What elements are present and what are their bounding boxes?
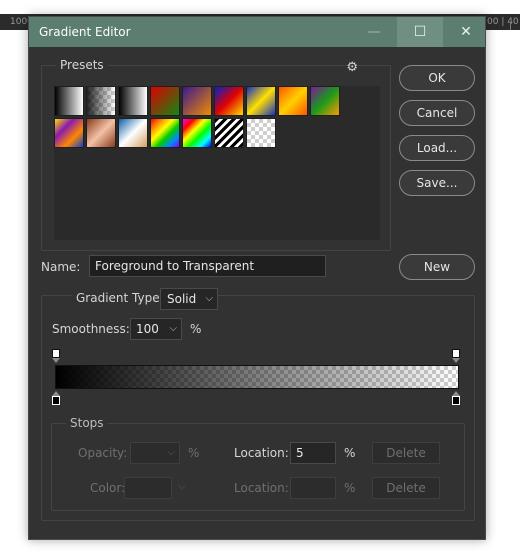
preset-swatch-violet-green-orange[interactable] <box>310 86 340 116</box>
maximize-icon[interactable]: ☐ <box>397 17 443 47</box>
opacity-field: ⌵ <box>130 442 180 464</box>
preset-swatch-chrome[interactable] <box>118 118 148 148</box>
ok-button[interactable]: OK <box>399 65 475 91</box>
color-label: Color: <box>90 481 126 495</box>
presets-label: Presets <box>56 58 108 72</box>
color-stop-left[interactable] <box>52 396 60 405</box>
close-icon[interactable]: ✕ <box>443 17 489 47</box>
cancel-button[interactable]: Cancel <box>399 100 475 126</box>
opacity-location-field[interactable]: 5 <box>290 442 336 464</box>
load-button[interactable]: Load... <box>399 135 475 161</box>
preset-swatch-blue-red-yellow[interactable] <box>214 86 244 116</box>
gradient-type-value: Solid <box>167 292 197 306</box>
opacity-stop-right-pointer <box>452 358 460 363</box>
chevron-down-icon: ⌵ <box>205 293 213 304</box>
gear-icon[interactable]: ⚙ <box>346 60 358 75</box>
gradient-type-select[interactable]: Solid ⌵ <box>160 288 218 310</box>
delete-color-stop-button[interactable]: Delete <box>372 477 440 499</box>
preset-swatch-black-white[interactable] <box>118 86 148 116</box>
smoothness-label: Smoothness: <box>52 322 130 336</box>
opacity-stop-right[interactable] <box>452 349 460 358</box>
preset-swatch-yellow-violet-orange-blue[interactable] <box>54 118 84 148</box>
save-button[interactable]: Save... <box>399 170 475 196</box>
chevron-down-icon: ⌵ <box>167 447 175 458</box>
stops-label: Stops <box>66 416 108 430</box>
preset-swatch-copper[interactable] <box>86 118 116 148</box>
titlebar[interactable]: Gradient Editor — ☐ ✕ <box>29 17 485 47</box>
chevron-down-icon[interactable]: ⌵ <box>169 323 177 334</box>
new-button[interactable]: New <box>399 254 475 280</box>
delete-opacity-stop-button[interactable]: Delete <box>372 442 440 464</box>
ruler-right-label: 00 | 40 <box>487 17 519 27</box>
color-stop-right[interactable] <box>452 396 460 405</box>
opacity-location-label: Location: <box>234 446 289 460</box>
opacity-stop-left-pointer <box>52 358 60 363</box>
smoothness-value: 100 <box>136 322 159 336</box>
preset-swatch-transparent-rainbow[interactable] <box>182 118 212 148</box>
smoothness-unit: % <box>190 322 202 336</box>
preset-swatch-violet-orange[interactable] <box>182 86 212 116</box>
gradient-editor-dialog: Gradient Editor — ☐ ✕ Presets ⚙ OK Cance… <box>28 16 486 540</box>
color-location-field <box>290 477 336 499</box>
preset-swatch-blue-yellow-blue[interactable] <box>246 86 276 116</box>
stops-group: Stops Opacity: ⌵ % Location: 5 % Delete … <box>51 416 465 511</box>
color-location-label: Location: <box>234 481 289 495</box>
smoothness-field[interactable]: 100 ⌵ <box>130 318 182 340</box>
gradient-type-label: Gradient Type: <box>72 291 168 305</box>
preset-swatch-spectrum[interactable] <box>150 118 180 148</box>
preset-swatch-orange-yellow-orange[interactable] <box>278 86 308 116</box>
opacity-location-unit: % <box>344 446 356 460</box>
preset-swatch-neutral-density[interactable] <box>246 118 276 148</box>
name-label: Name: <box>41 260 81 274</box>
preset-swatch-foreground-to-background[interactable] <box>54 86 84 116</box>
presets-swatch-area <box>54 86 380 240</box>
presets-group: Presets ⚙ <box>41 58 391 251</box>
color-swatch <box>124 477 172 499</box>
opacity-unit: % <box>188 446 200 460</box>
minimize-icon[interactable]: — <box>351 17 397 47</box>
name-field[interactable]: Foreground to Transparent <box>89 255 326 277</box>
preset-swatch-transparent-stripes[interactable] <box>214 118 244 148</box>
gradient-preview-bar[interactable] <box>55 365 459 389</box>
preset-swatch-foreground-to-transparent[interactable] <box>86 86 116 116</box>
dialog-title: Gradient Editor <box>39 25 131 39</box>
opacity-stop-left[interactable] <box>52 349 60 358</box>
ruler-tick <box>510 22 511 30</box>
preset-swatch-red-green[interactable] <box>150 86 180 116</box>
color-location-unit: % <box>344 481 356 495</box>
opacity-label: Opacity: <box>78 446 128 460</box>
